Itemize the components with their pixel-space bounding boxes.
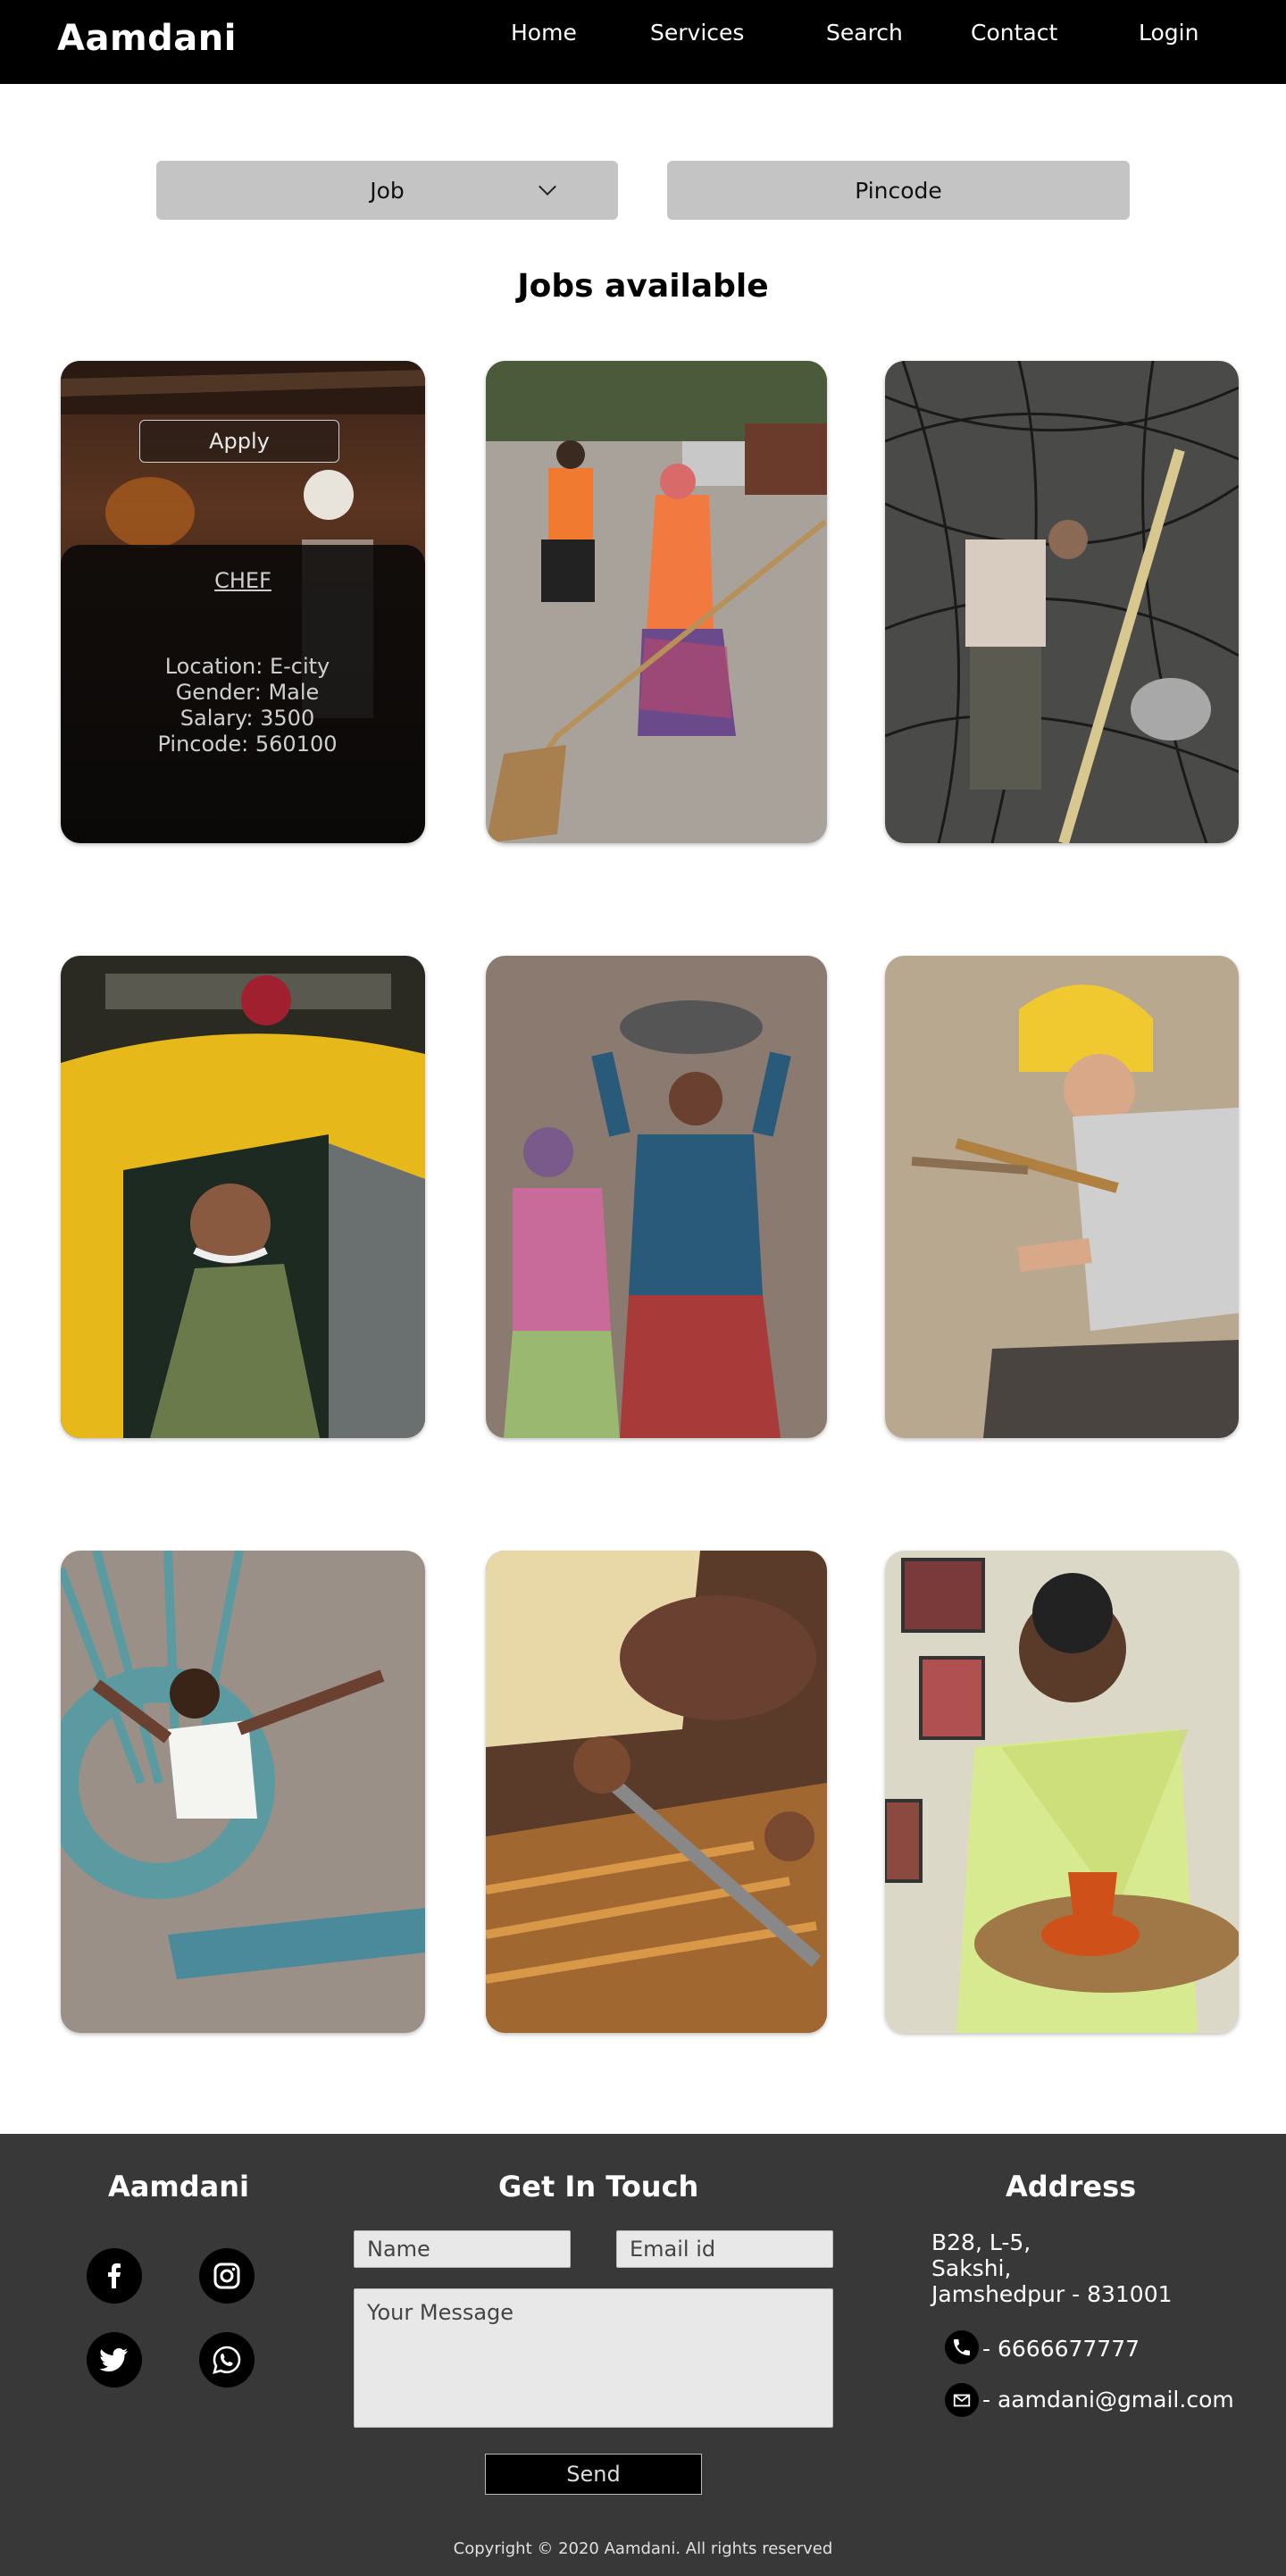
pincode-input[interactable]: Pincode — [667, 161, 1130, 220]
job-title[interactable]: CHEF — [61, 568, 425, 593]
job-card-carpenter[interactable] — [486, 1551, 827, 2033]
nav-login[interactable]: Login — [1139, 20, 1198, 46]
job-card-driver[interactable] — [61, 956, 425, 1438]
address-line-3: Jamshedpur - 831001 — [931, 2281, 1173, 2307]
address-line-2: Sakshi, — [931, 2255, 1012, 2281]
nav-contact[interactable]: Contact — [971, 20, 1057, 46]
nav-search[interactable]: Search — [826, 20, 903, 46]
chevron-down-icon — [539, 178, 556, 196]
email-input[interactable]: Email id — [616, 2230, 833, 2268]
job-card-chef[interactable]: Apply CHEF Location: E-city Gender: Male… — [61, 361, 425, 843]
footer-brand: Aamdani — [108, 2170, 249, 2204]
plumber-photo — [885, 956, 1239, 1438]
twitter-link[interactable] — [87, 2332, 142, 2388]
pincode-label: Pincode — [855, 177, 942, 204]
message-textarea[interactable]: Your Message — [354, 2288, 833, 2428]
address-line-1: B28, L-5, — [931, 2229, 1031, 2255]
job-gender: Gender: Male — [175, 680, 320, 705]
brand-logo[interactable]: Aamdani — [57, 18, 237, 59]
job-card-labourer[interactable] — [486, 956, 827, 1438]
top-navbar: Aamdani Home Services Search Contact Log… — [0, 0, 1286, 84]
job-card-plumber[interactable] — [885, 956, 1239, 1438]
footer: Aamdani Get In Touch Name Email id Your … — [0, 2134, 1286, 2576]
email-address[interactable]: - aamdani@gmail.com — [982, 2387, 1234, 2413]
painter-photo — [61, 1551, 425, 2033]
job-pincode: Pincode: 560100 — [157, 732, 338, 757]
job-select[interactable]: Job — [156, 161, 618, 220]
nav-services[interactable]: Services — [650, 20, 744, 46]
sweeper-photo — [486, 361, 827, 843]
maid-photo — [885, 1551, 1239, 2033]
driver-photo — [61, 956, 425, 1438]
copyright-text: Copyright © 2020 Aamdani. All rights res… — [453, 2539, 833, 2558]
twitter-icon — [99, 2348, 128, 2371]
instagram-icon — [213, 2262, 240, 2289]
apply-button[interactable]: Apply — [139, 420, 339, 463]
instagram-link[interactable] — [199, 2248, 255, 2304]
name-input[interactable]: Name — [354, 2230, 571, 2268]
section-title: Jobs available — [517, 268, 769, 305]
job-card-maid[interactable] — [885, 1551, 1239, 2033]
facebook-icon — [108, 2263, 121, 2288]
get-in-touch-heading: Get In Touch — [498, 2170, 699, 2204]
job-salary: Salary: 3500 — [180, 706, 315, 731]
phone-number[interactable]: - 6666677777 — [982, 2336, 1140, 2362]
send-button[interactable]: Send — [485, 2454, 702, 2495]
phone-icon — [945, 2330, 979, 2364]
whatsapp-link[interactable] — [199, 2332, 255, 2388]
job-card-electrician[interactable] — [885, 361, 1239, 843]
job-location: Location: E-city — [164, 654, 330, 679]
nav-home[interactable]: Home — [511, 20, 577, 46]
job-card-sweeper[interactable] — [486, 361, 827, 843]
facebook-link[interactable] — [87, 2248, 142, 2304]
job-select-label: Job — [370, 177, 405, 204]
carpenter-photo — [486, 1551, 827, 2033]
labourer-photo — [486, 956, 827, 1438]
job-info-panel: CHEF Location: E-city Gender: Male Salar… — [61, 545, 425, 843]
mail-icon — [945, 2383, 979, 2417]
job-card-painter[interactable] — [61, 1551, 425, 2033]
electrician-photo — [885, 361, 1239, 843]
whatsapp-icon — [213, 2346, 241, 2374]
address-heading: Address — [1006, 2170, 1137, 2204]
